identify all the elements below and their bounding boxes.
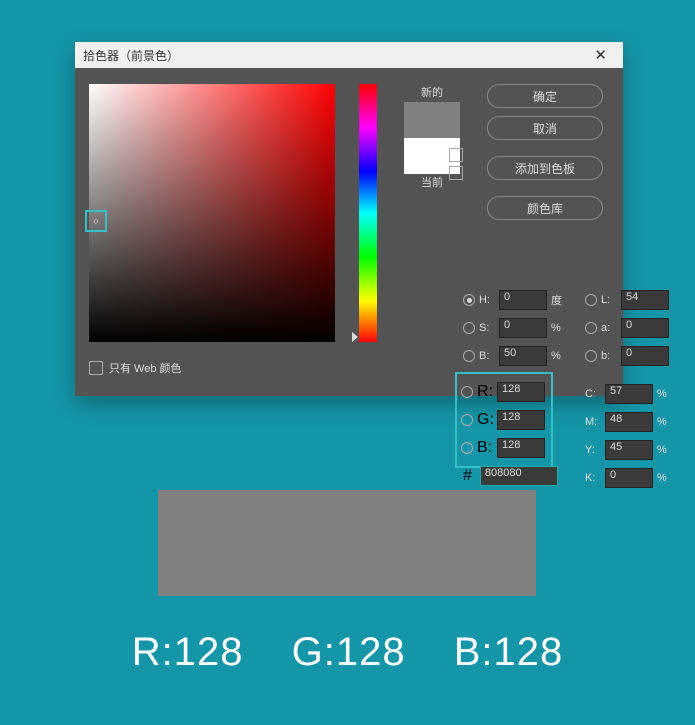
lab-group: L:54 a:0 b:0 [585,286,669,370]
ok-button[interactable]: 确定 [487,84,603,108]
hex-input[interactable]: 808080 [480,466,558,486]
big-g: G:128 [292,630,406,674]
big-b: B:128 [454,630,564,674]
new-color-label: 新的 [387,84,477,100]
dialog-title: 拾色器（前景色） [83,47,179,64]
radio-b[interactable] [463,350,475,362]
radio-g[interactable] [461,414,473,426]
radio-rgb-b[interactable] [461,442,473,454]
radio-r[interactable] [461,386,473,398]
g-input[interactable]: 128 [497,410,545,430]
saturation-brightness-field[interactable]: ○ [89,84,335,342]
k-input[interactable]: 0 [605,468,653,488]
hex-prefix: # [463,467,472,485]
big-r: R:128 [132,630,244,674]
rgb-caption: R:128 G:128 B:128 [0,630,695,675]
radio-l[interactable] [585,294,597,306]
l-input[interactable]: 54 [621,290,669,310]
new-color [404,102,460,138]
rgb-b-input[interactable]: 128 [497,438,545,458]
cube-icon[interactable] [449,148,463,162]
color-marker[interactable]: ○ [85,210,107,232]
radio-la[interactable] [585,322,597,334]
lab-b-input[interactable]: 0 [621,346,669,366]
web-colors-checkbox[interactable] [89,361,103,375]
hsb-group: H:0度 S:0% B:50% [463,286,569,370]
y-input[interactable]: 45 [605,440,653,460]
brightness-input[interactable]: 50 [499,346,547,366]
a-input[interactable]: 0 [621,318,669,338]
radio-h[interactable] [463,294,475,306]
rgb-group: R:128 G:128 B:128 [455,372,553,468]
r-input[interactable]: 128 [497,382,545,402]
color-library-button[interactable]: 颜色库 [487,196,603,220]
radio-s[interactable] [463,322,475,334]
result-color-swatch [158,490,536,596]
hue-slider[interactable] [359,84,377,342]
hue-arrow-icon [352,332,358,342]
h-input[interactable]: 0 [499,290,547,310]
cancel-button[interactable]: 取消 [487,116,603,140]
titlebar: 拾色器（前景色） ✕ [75,42,623,68]
add-swatch-button[interactable]: 添加到色板 [487,156,603,180]
hex-row: # 808080 [463,466,558,486]
grid-icon[interactable] [449,166,463,180]
m-input[interactable]: 48 [605,412,653,432]
web-colors-label: 只有 Web 颜色 [109,360,182,376]
c-input[interactable]: 57 [605,384,653,404]
radio-lb[interactable] [585,350,597,362]
color-picker-dialog: 拾色器（前景色） ✕ ○ 只有 Web 颜色 新的 当前 [75,42,623,396]
close-icon[interactable]: ✕ [586,46,615,64]
cmyk-group: C:57% M:48% Y:45% K:0% [585,380,675,492]
s-input[interactable]: 0 [499,318,547,338]
